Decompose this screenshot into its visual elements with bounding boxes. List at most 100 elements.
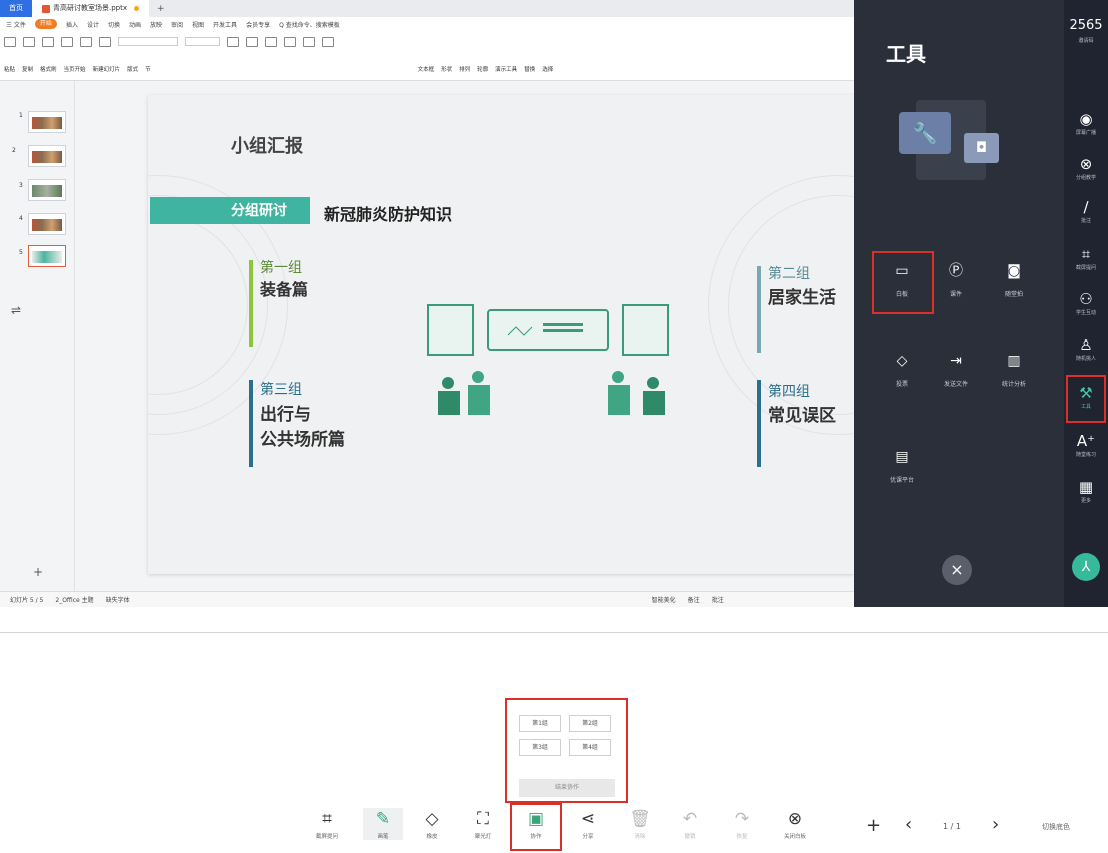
rail-label: 随堂练习 <box>1075 452 1096 458</box>
cut-icon[interactable] <box>23 37 35 47</box>
menu-member[interactable]: 会员专享 <box>246 20 270 29</box>
play-icon[interactable] <box>61 37 73 47</box>
menu-design[interactable]: 设计 <box>87 20 99 29</box>
rail-practice[interactable]: A⁺ 随堂练习 <box>1064 432 1108 458</box>
textbox-icon[interactable] <box>227 37 239 47</box>
shape-button[interactable]: 形状 <box>441 65 452 73</box>
new-tab-button[interactable]: + <box>157 4 165 14</box>
paste-icon[interactable] <box>4 37 16 47</box>
section-button[interactable]: 节 <box>145 65 151 73</box>
notes-button[interactable]: 备注 <box>688 595 700 604</box>
slide-thumbnail[interactable] <box>28 145 66 167</box>
platform-icon: ▤ <box>895 449 909 465</box>
menu-insert[interactable]: 插入 <box>66 20 78 29</box>
presentation-tools-icon[interactable] <box>284 37 296 47</box>
rail-annotate[interactable]: ∕ 批注 <box>1064 198 1108 224</box>
rail-group-teaching[interactable]: ⊗ 分组教学 <box>1064 155 1108 181</box>
wb-clear[interactable]: 🗑 清除 <box>620 808 660 840</box>
picture-icon[interactable] <box>265 37 277 47</box>
layout-icon[interactable] <box>99 37 111 47</box>
group-2-button[interactable]: 第2组 <box>569 715 611 732</box>
rail-random-pick[interactable]: ♙ 随机挑人 <box>1064 336 1108 362</box>
wb-eraser[interactable]: ◇ 橡皮 <box>412 808 452 840</box>
tool-camera[interactable]: ◙ 随堂拍 <box>988 260 1040 298</box>
close-panel-button[interactable]: × <box>942 555 972 585</box>
add-slide-icon[interactable]: + <box>33 565 43 579</box>
menu-view[interactable]: 视图 <box>192 20 204 29</box>
font-select[interactable] <box>118 37 178 46</box>
new-slide-button[interactable]: 新建幻灯片 <box>93 65 121 73</box>
wb-share[interactable]: ⋖ 分享 <box>568 808 608 840</box>
format-painter-button[interactable]: 格式刷 <box>40 65 57 73</box>
group-1-button[interactable]: 第1组 <box>519 715 561 732</box>
presentation-tools-button[interactable]: 演示工具 <box>495 65 517 73</box>
menu-animation[interactable]: 动画 <box>129 20 141 29</box>
end-collab-button[interactable]: 结束协作 <box>519 779 615 797</box>
wb-collaborate[interactable]: ▣ 协作 <box>516 808 556 840</box>
menu-slideshow[interactable]: 放映 <box>150 20 162 29</box>
outline-button[interactable]: 轮廓 <box>477 65 488 73</box>
new-slide-icon[interactable] <box>80 37 92 47</box>
wb-screenshot-question[interactable]: ⌗ 截屏提问 <box>307 808 347 840</box>
menu-start[interactable]: 开始 <box>34 19 57 29</box>
menu-transition[interactable]: 切换 <box>108 20 120 29</box>
wb-undo[interactable]: ↶ 撤销 <box>670 808 710 840</box>
rail-more[interactable]: ▦ 更多 <box>1064 478 1108 504</box>
select-button[interactable]: 选择 <box>542 65 553 73</box>
smart-beautify-button[interactable]: 智能美化 <box>652 595 676 604</box>
find-icon[interactable] <box>303 37 315 47</box>
paste-button[interactable]: 粘贴 <box>4 65 15 73</box>
tool-whiteboard[interactable]: ▭ 白板 <box>876 260 928 298</box>
thumb-number: 1 <box>19 112 23 119</box>
select-icon[interactable] <box>322 37 334 47</box>
shape-icon[interactable] <box>246 37 258 47</box>
comment-button[interactable]: 批注 <box>712 595 724 604</box>
ribbon-labels-row: 粘贴 复制 格式刷 当页开始 新建幻灯片 版式 节 文本框 形状 排列 轮廓 演… <box>4 65 553 73</box>
tool-statistics[interactable]: ▥ 统计分析 <box>988 350 1040 388</box>
switch-pane-icon[interactable]: ⇌ <box>11 303 21 317</box>
chart-icon: ▥ <box>1007 353 1021 369</box>
wb-close[interactable]: ⊗ 关闭白板 <box>775 808 815 840</box>
prev-page-icon[interactable]: ‹ <box>905 814 912 835</box>
layout-button[interactable]: 版式 <box>127 65 138 73</box>
slide-thumbnail[interactable] <box>28 179 66 201</box>
add-page-icon[interactable]: + <box>866 815 881 836</box>
replace-button[interactable]: 替换 <box>524 65 535 73</box>
tab-home[interactable]: 首页 <box>0 0 32 17</box>
rail-tools[interactable]: ⚒ 工具 <box>1064 384 1108 410</box>
menu-search[interactable]: Q 查找命令、搜索模板 <box>279 20 340 29</box>
wb-pen[interactable]: ✎ 画笔 <box>363 808 403 840</box>
tool-platform[interactable]: ▤ 优课平台 <box>876 446 928 484</box>
rail-screenshot-question[interactable]: ⌗ 截屏提问 <box>1064 245 1108 271</box>
copy-button[interactable]: 复制 <box>22 65 33 73</box>
wb-spotlight[interactable]: ⛶ 聚光灯 <box>463 808 503 840</box>
group-4-button[interactable]: 第4组 <box>569 739 611 756</box>
tool-send-file[interactable]: ⇥ 发送文件 <box>930 350 982 388</box>
menu-review[interactable]: 审阅 <box>171 20 183 29</box>
textbox-button[interactable]: 文本框 <box>418 65 435 73</box>
slide-thumbnail[interactable] <box>28 111 66 133</box>
start-from-current-button[interactable]: 当页开始 <box>64 65 86 73</box>
menu-file[interactable]: 三 文件 <box>6 20 26 29</box>
rail-screen-broadcast[interactable]: ◉ 屏幕广播 <box>1064 110 1108 136</box>
font-size-select[interactable] <box>185 37 220 46</box>
switch-background-button[interactable]: 切换底色 <box>1042 822 1070 832</box>
slide-canvas[interactable]: 小组汇报 分组研讨 新冠肺炎防护知识 第一组 装备篇 第三组 出行与 公共场所篇… <box>148 95 854 574</box>
tool-vote[interactable]: ◇ 投票 <box>876 350 928 388</box>
banner-tag: 分组研讨 <box>231 203 287 219</box>
tool-label: 课件 <box>949 291 962 298</box>
arrange-button[interactable]: 排列 <box>459 65 470 73</box>
next-page-icon[interactable]: › <box>992 814 999 835</box>
group-3-button[interactable]: 第3组 <box>519 739 561 756</box>
missing-font[interactable]: 缺失字体 <box>106 595 130 604</box>
tab-file[interactable]: 青高研讨教室场景.pptx <box>32 0 149 17</box>
format-painter-icon[interactable] <box>42 37 54 47</box>
slide-thumbnail-selected[interactable] <box>28 245 66 267</box>
slide-thumbnail[interactable] <box>28 213 66 235</box>
group4-name: 常见误区 <box>768 406 836 426</box>
rail-student-interaction[interactable]: ⚇ 学生互动 <box>1064 290 1108 316</box>
app-logo-icon[interactable]: ⅄ <box>1072 553 1100 581</box>
menu-developer[interactable]: 开发工具 <box>213 20 237 29</box>
wb-redo[interactable]: ↷ 恢复 <box>722 808 762 840</box>
tool-courseware[interactable]: Ⓟ 课件 <box>930 260 982 298</box>
